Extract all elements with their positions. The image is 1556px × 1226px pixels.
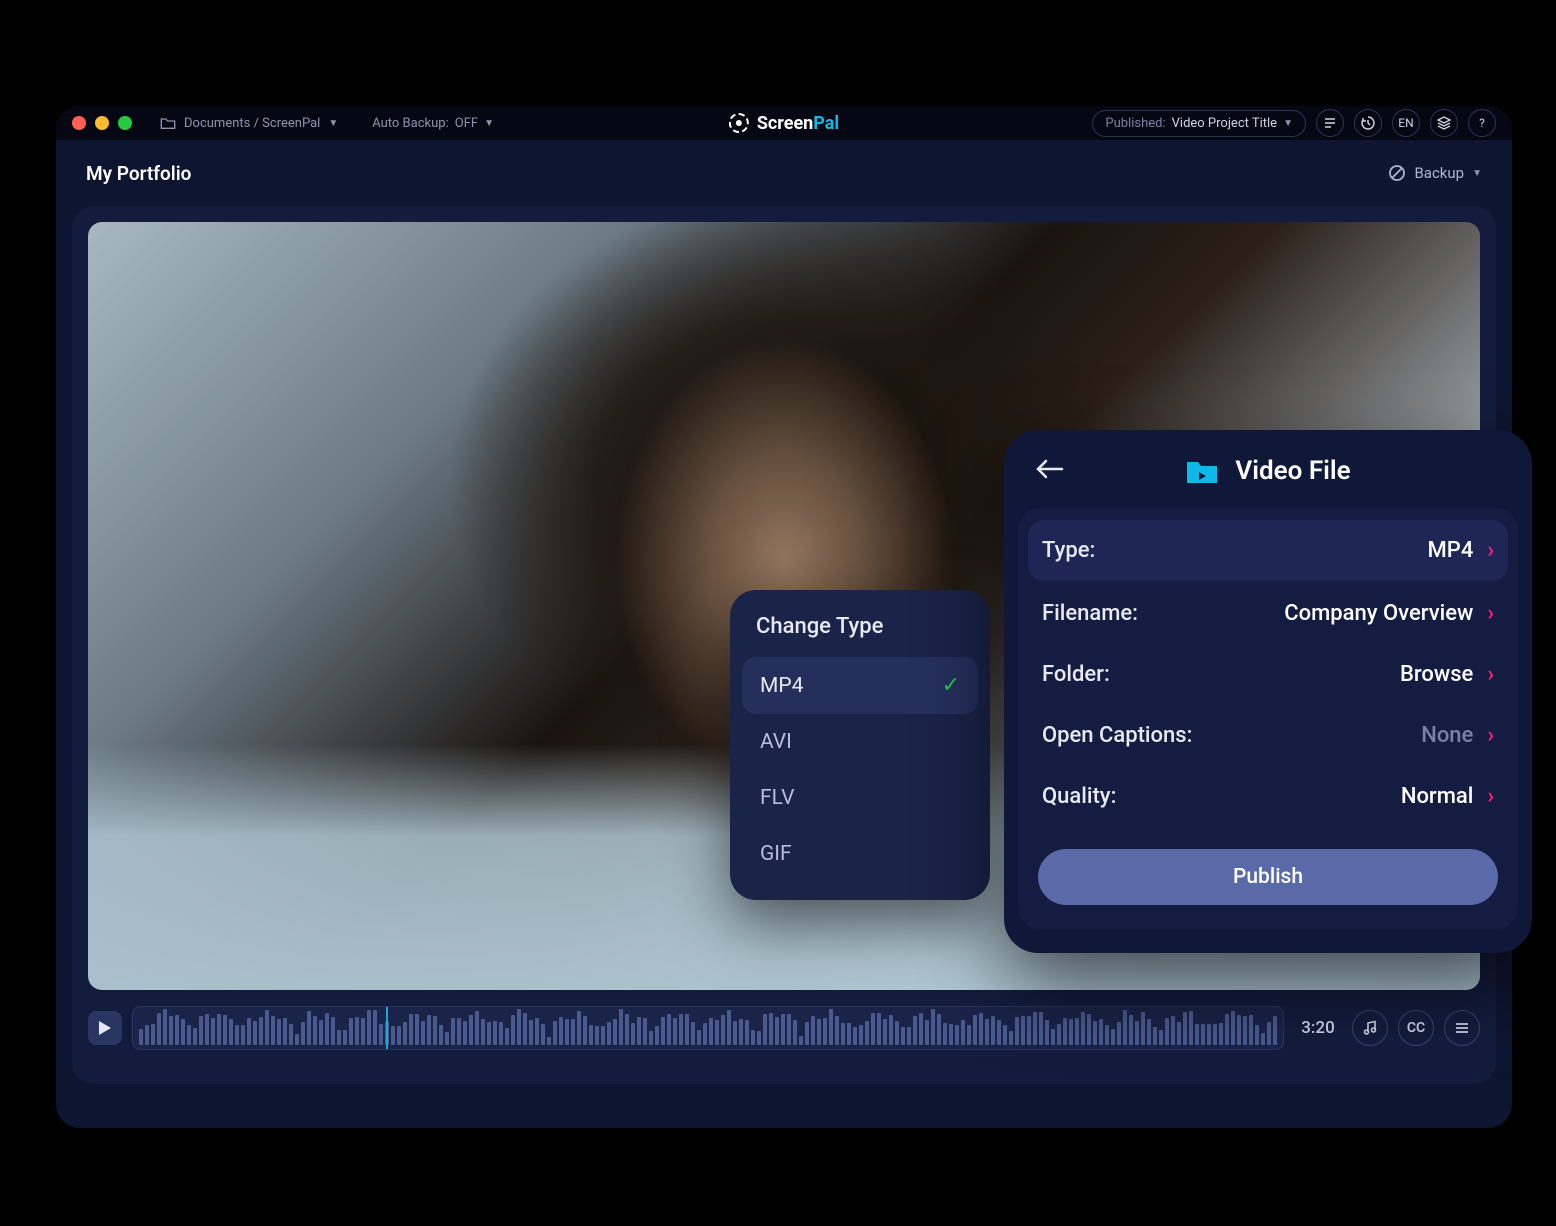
timeline-waveform[interactable]: 1:08.00 bbox=[132, 1006, 1284, 1050]
row-filename[interactable]: Filename: Company Overview › bbox=[1018, 583, 1518, 644]
row-folder[interactable]: Folder: Browse › bbox=[1018, 644, 1518, 705]
row-quality[interactable]: Quality: Normal › bbox=[1018, 766, 1518, 827]
menu-button[interactable] bbox=[1444, 1010, 1480, 1046]
project-title: Video Project Title bbox=[1172, 116, 1277, 131]
row-captions-value: None bbox=[1421, 723, 1473, 748]
type-option-gif[interactable]: GIF bbox=[742, 826, 978, 882]
change-type-popup: Change Type MP4 ✓ AVI FLV GIF bbox=[730, 590, 990, 900]
auto-backup-toggle[interactable]: Auto Backup: OFF ▼ bbox=[372, 116, 494, 131]
auto-backup-value: OFF bbox=[455, 116, 478, 131]
row-filename-label: Filename: bbox=[1042, 601, 1138, 626]
type-option-label: MP4 bbox=[760, 674, 803, 698]
video-file-panel: Video File Type: MP4 › Filename: Company … bbox=[1004, 430, 1532, 953]
publish-button[interactable]: Publish bbox=[1038, 849, 1498, 905]
layers-icon[interactable] bbox=[1430, 109, 1458, 137]
chevron-down-icon: ▼ bbox=[328, 118, 338, 129]
type-option-label: GIF bbox=[760, 842, 792, 866]
type-option-flv[interactable]: FLV bbox=[742, 770, 978, 826]
chevron-right-icon: › bbox=[1487, 784, 1494, 809]
maximize-window-button[interactable] bbox=[118, 116, 132, 130]
breadcrumb[interactable]: Documents / ScreenPal ▼ bbox=[160, 116, 338, 131]
brand-text-a: Screen bbox=[757, 113, 813, 134]
backup-label: Backup bbox=[1414, 164, 1464, 182]
breadcrumb-text: Documents / ScreenPal bbox=[184, 116, 320, 131]
chevron-down-icon: ▼ bbox=[1283, 118, 1293, 129]
back-button[interactable] bbox=[1034, 457, 1064, 485]
row-folder-value: Browse bbox=[1400, 662, 1473, 687]
row-type[interactable]: Type: MP4 › bbox=[1028, 520, 1508, 581]
minimize-window-button[interactable] bbox=[95, 116, 109, 130]
brand-logo: ScreenPal bbox=[729, 113, 839, 134]
row-type-value: MP4 bbox=[1428, 538, 1474, 563]
row-type-label: Type: bbox=[1042, 538, 1095, 563]
video-file-header: Video File bbox=[1004, 450, 1532, 508]
language-button[interactable]: EN bbox=[1392, 109, 1420, 137]
row-captions-label: Open Captions: bbox=[1042, 723, 1192, 748]
cc-button[interactable]: CC bbox=[1398, 1010, 1434, 1046]
folder-icon bbox=[160, 116, 176, 130]
chevron-right-icon: › bbox=[1487, 662, 1494, 687]
type-option-label: FLV bbox=[760, 786, 795, 810]
history-icon[interactable] bbox=[1354, 109, 1382, 137]
chevron-down-icon: ▼ bbox=[1472, 168, 1482, 179]
timeline-row: 1:08.00 3:20 CC bbox=[88, 1006, 1480, 1050]
page-title: My Portfolio bbox=[86, 162, 191, 185]
brand-text-b: Pal bbox=[813, 113, 839, 134]
change-type-title: Change Type bbox=[742, 612, 978, 657]
traffic-lights bbox=[72, 116, 132, 130]
total-time: 3:20 bbox=[1294, 1018, 1342, 1038]
music-button[interactable] bbox=[1352, 1010, 1388, 1046]
chevron-right-icon: › bbox=[1487, 538, 1494, 563]
chevron-right-icon: › bbox=[1487, 601, 1494, 626]
type-option-avi[interactable]: AVI bbox=[742, 714, 978, 770]
video-file-body: Type: MP4 › Filename: Company Overview › F… bbox=[1018, 508, 1518, 929]
row-folder-label: Folder: bbox=[1042, 662, 1110, 687]
folder-play-icon bbox=[1185, 457, 1219, 485]
play-button[interactable] bbox=[88, 1011, 122, 1045]
chevron-right-icon: › bbox=[1487, 723, 1494, 748]
published-label: Published: bbox=[1105, 116, 1165, 131]
video-file-title: Video File bbox=[1235, 456, 1350, 486]
type-option-mp4[interactable]: MP4 ✓ bbox=[742, 657, 978, 714]
playlist-icon[interactable] bbox=[1316, 109, 1344, 137]
row-quality-value: Normal bbox=[1401, 784, 1474, 809]
close-window-button[interactable] bbox=[72, 116, 86, 130]
chevron-down-icon: ▼ bbox=[484, 118, 494, 129]
check-icon: ✓ bbox=[942, 673, 960, 698]
type-option-label: AVI bbox=[760, 730, 792, 754]
playhead[interactable] bbox=[386, 1007, 388, 1049]
project-title-dropdown[interactable]: Published: Video Project Title ▼ bbox=[1092, 110, 1306, 137]
title-bar: Documents / ScreenPal ▼ Auto Backup: OFF… bbox=[56, 106, 1512, 140]
title-bar-right: Published: Video Project Title ▼ EN ? bbox=[1092, 109, 1496, 137]
auto-backup-label: Auto Backup: bbox=[372, 116, 449, 131]
help-icon[interactable]: ? bbox=[1468, 109, 1496, 137]
disabled-icon bbox=[1388, 164, 1406, 182]
sub-header: My Portfolio Backup ▼ bbox=[56, 140, 1512, 206]
row-captions[interactable]: Open Captions: None › bbox=[1018, 705, 1518, 766]
row-filename-value: Company Overview bbox=[1284, 601, 1473, 626]
brand-icon bbox=[729, 113, 749, 133]
backup-button[interactable]: Backup ▼ bbox=[1388, 164, 1482, 182]
row-quality-label: Quality: bbox=[1042, 784, 1116, 809]
